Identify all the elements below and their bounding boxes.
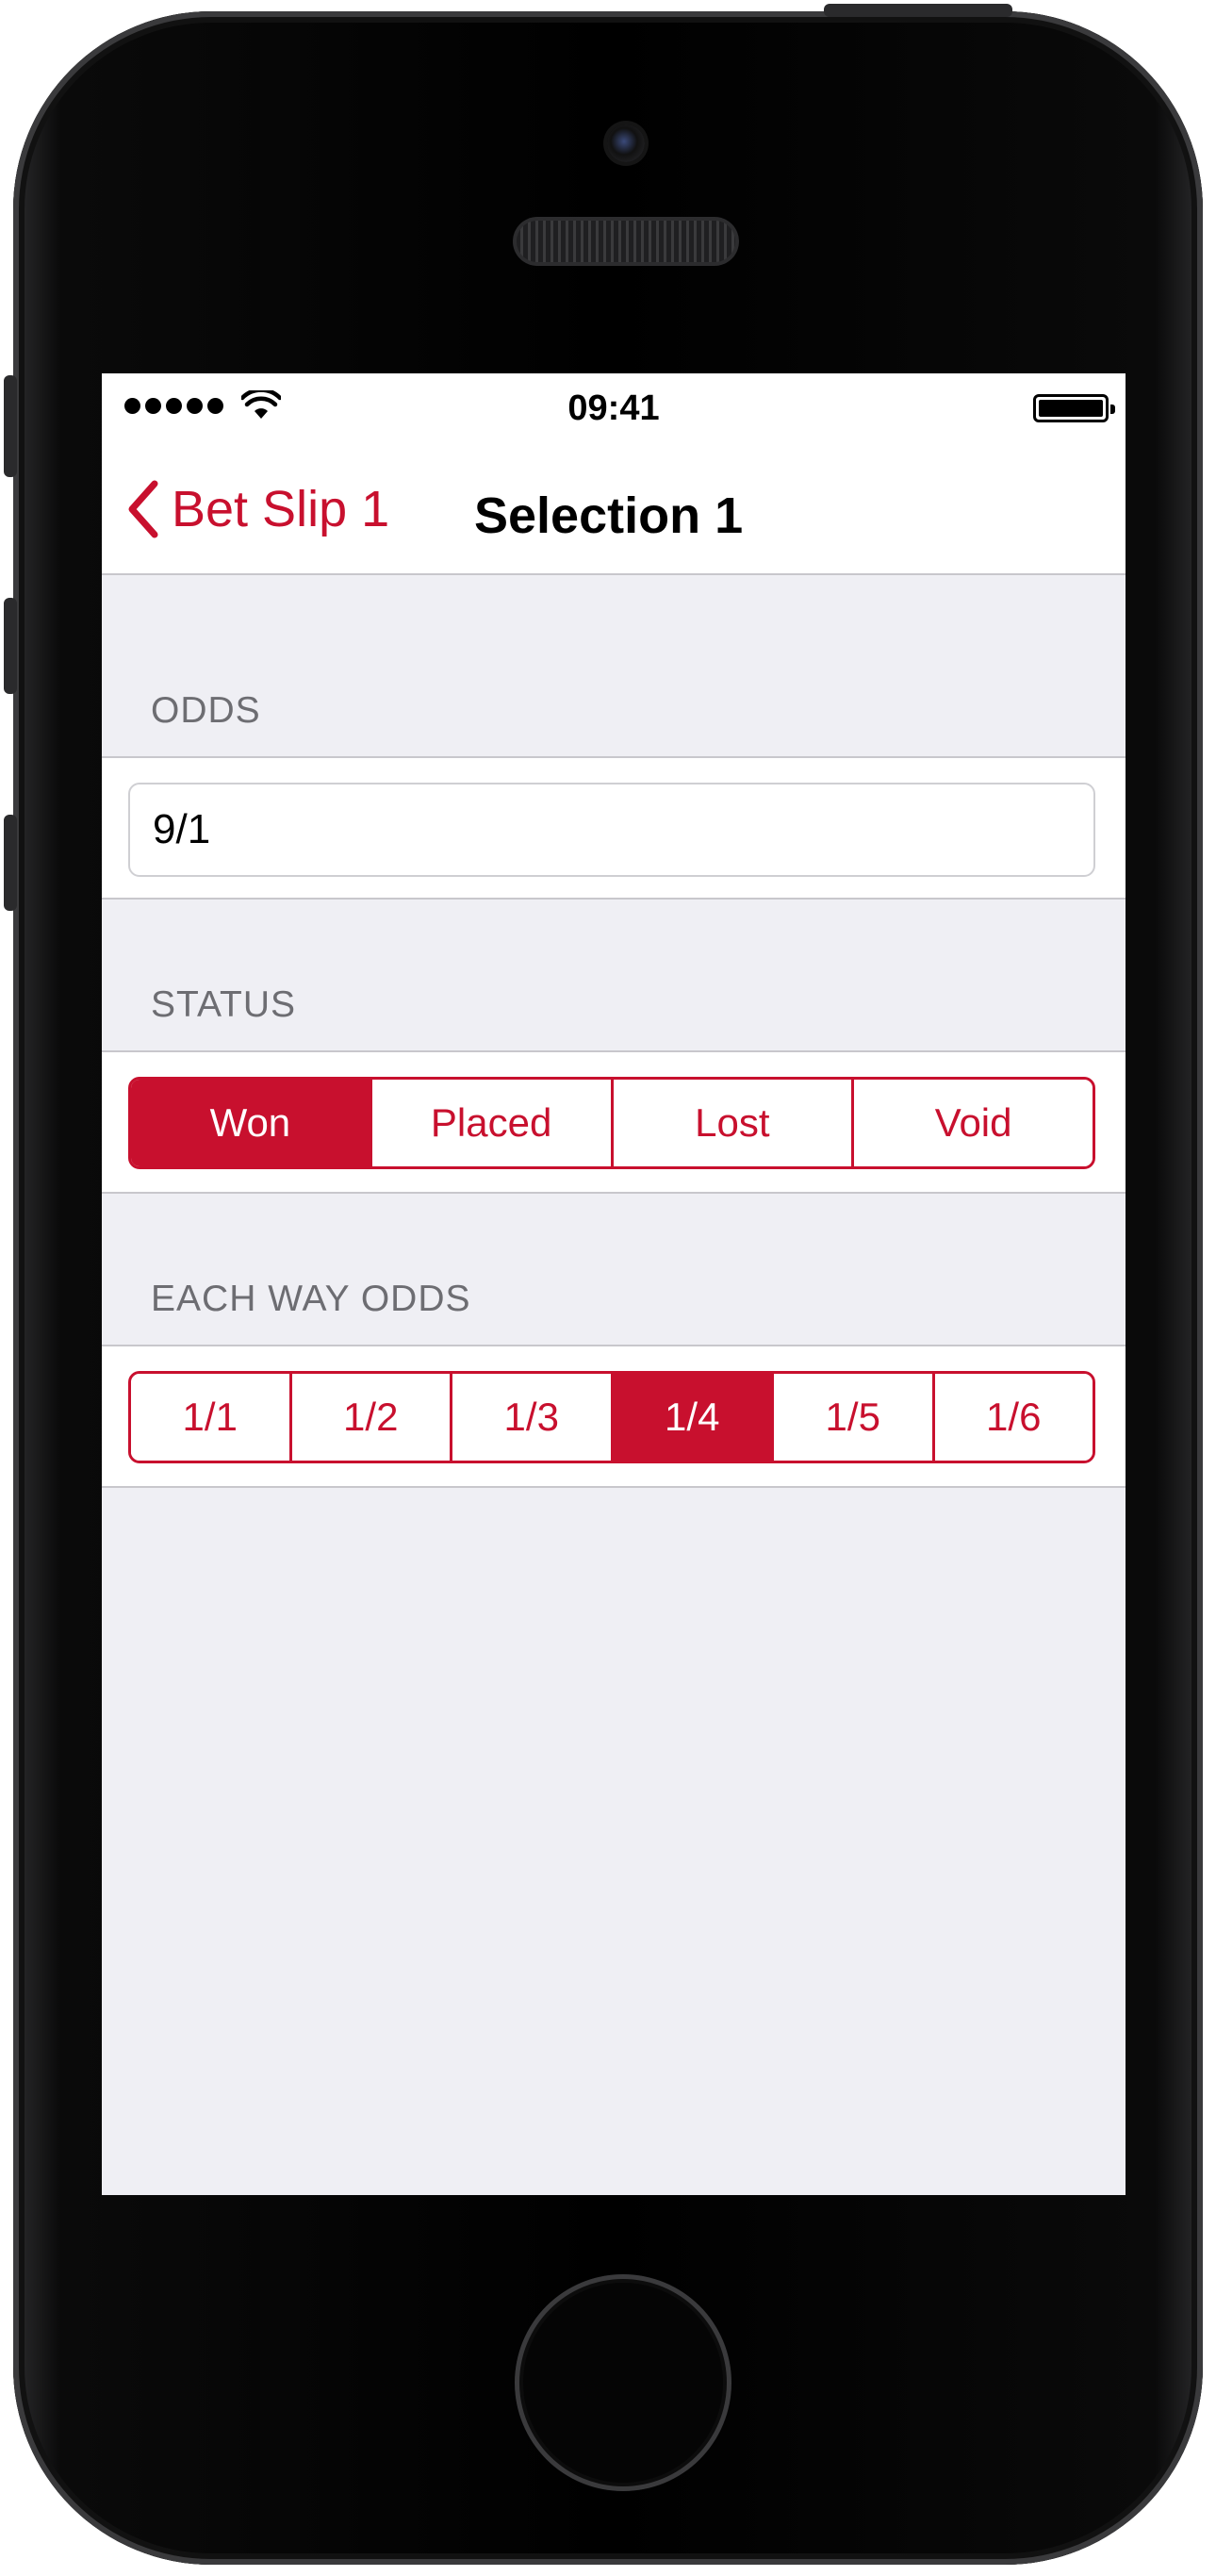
volume-down-button <box>4 815 17 911</box>
status-segment-void[interactable]: Void <box>854 1080 1093 1166</box>
status-segment-placed[interactable]: Placed <box>371 1080 614 1166</box>
status-section-header: STATUS <box>151 984 297 1025</box>
each-way-section-header: EACH WAY ODDS <box>151 1279 471 1319</box>
power-button <box>824 4 1012 17</box>
chevron-left-icon <box>128 480 158 538</box>
status-bar: 09:41 <box>102 373 1126 439</box>
each-way-segment-1-2[interactable]: 1/2 <box>291 1374 452 1461</box>
home-button[interactable] <box>515 2274 731 2491</box>
navigation-bar: Bet Slip 1 Selection 1 <box>102 439 1126 575</box>
odds-section-header: ODDS <box>151 690 261 731</box>
status-time: 09:41 <box>567 388 660 428</box>
status-segment-won[interactable]: Won <box>131 1080 372 1166</box>
mute-switch <box>4 375 17 477</box>
each-way-cell: 1/1 1/2 1/3 1/4 1/5 1/6 <box>102 1345 1126 1488</box>
back-button[interactable]: Bet Slip 1 <box>126 471 389 547</box>
each-way-segment-1-4[interactable]: 1/4 <box>613 1374 774 1461</box>
odds-cell <box>102 756 1126 900</box>
odds-input[interactable] <box>128 783 1095 877</box>
volume-up-button <box>4 598 17 694</box>
each-way-segment-1-6[interactable]: 1/6 <box>934 1374 1093 1461</box>
back-button-label: Bet Slip 1 <box>172 481 390 537</box>
each-way-segmented-control: 1/1 1/2 1/3 1/4 1/5 1/6 <box>128 1371 1095 1463</box>
each-way-segment-1-5[interactable]: 1/5 <box>774 1374 935 1461</box>
each-way-segment-1-1[interactable]: 1/1 <box>131 1374 292 1461</box>
screen: 09:41 Bet Slip 1 Selection 1 ODDS STATUS… <box>102 373 1126 2195</box>
status-cell: Won Placed Lost Void <box>102 1050 1126 1194</box>
each-way-segment-1-3[interactable]: 1/3 <box>452 1374 614 1461</box>
battery-icon <box>1033 394 1115 422</box>
earpiece-speaker <box>513 217 739 266</box>
page-title: Selection 1 <box>474 487 744 544</box>
status-segment-lost[interactable]: Lost <box>613 1080 855 1166</box>
front-camera <box>607 124 645 162</box>
status-segmented-control: Won Placed Lost Void <box>128 1077 1095 1169</box>
